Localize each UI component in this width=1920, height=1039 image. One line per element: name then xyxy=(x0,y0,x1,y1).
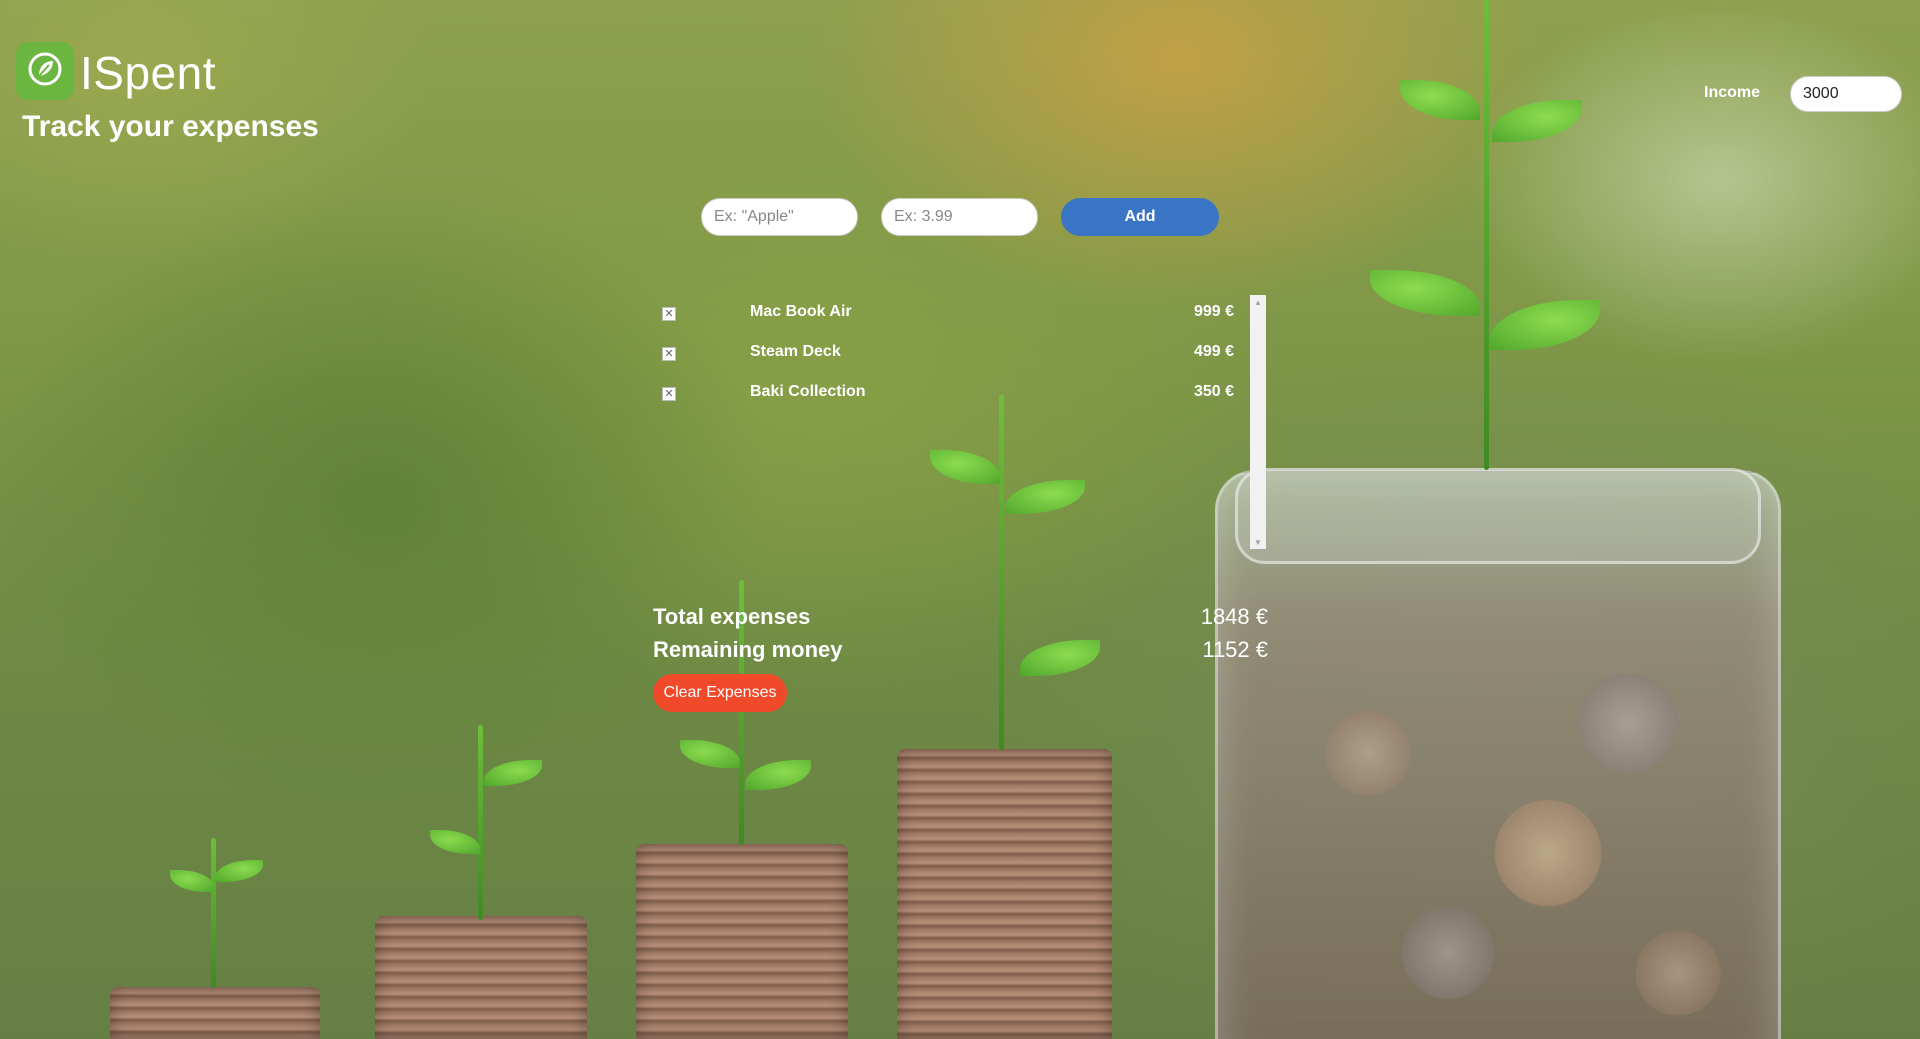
close-icon[interactable]: ✕ xyxy=(662,347,676,361)
expense-name: Steam Deck xyxy=(750,343,841,360)
coin-jar xyxy=(1215,470,1781,1039)
list-item: ✕ Steam Deck 499 € xyxy=(650,335,1242,365)
expense-list-scrollbar[interactable]: ▲ ▼ xyxy=(1250,295,1266,549)
coin-stack-3 xyxy=(636,844,848,1039)
plant-stem-1 xyxy=(211,838,216,988)
app-tagline: Track your expenses xyxy=(22,110,319,143)
clear-expenses-button[interactable]: Clear Expenses xyxy=(653,674,787,712)
income-label: Income xyxy=(1704,84,1761,101)
scroll-up-icon[interactable]: ▲ xyxy=(1250,295,1266,309)
list-item: ✕ Mac Book Air 999 € xyxy=(650,295,1242,325)
total-expenses-label: Total expenses xyxy=(653,604,811,629)
coin-stack-1 xyxy=(110,987,320,1039)
expense-price: 999 € xyxy=(1193,303,1234,320)
plant-leaf xyxy=(1400,80,1480,120)
coin-stack-4 xyxy=(897,749,1112,1039)
plant-leaf xyxy=(1492,100,1582,142)
leaf-coin-icon xyxy=(25,49,65,94)
coin-jar-neck xyxy=(1235,468,1761,564)
plant-leaf xyxy=(170,870,214,892)
list-item: ✕ Baki Collection 350 € xyxy=(650,375,1242,405)
remaining-money-value: 1152 € xyxy=(1202,637,1268,662)
plant-leaf xyxy=(745,760,811,790)
plant-stem-2 xyxy=(478,725,483,920)
plant-leaf xyxy=(484,760,542,786)
plant-leaf xyxy=(1020,640,1100,676)
total-expenses-value: 1848 € xyxy=(1200,604,1268,629)
expense-price-input[interactable] xyxy=(881,198,1038,236)
income-input[interactable] xyxy=(1790,76,1902,112)
expense-name: Baki Collection xyxy=(750,383,866,400)
app-logo xyxy=(16,42,74,100)
app-name: ISpent xyxy=(80,47,216,99)
plant-leaf xyxy=(1370,270,1480,316)
close-icon[interactable]: ✕ xyxy=(662,387,676,401)
plant-leaf xyxy=(1490,300,1600,350)
plant-leaf xyxy=(215,860,263,882)
coin-stack-2 xyxy=(375,916,587,1039)
add-button[interactable]: Add xyxy=(1061,198,1219,236)
plant-stem-5 xyxy=(1484,0,1489,470)
scroll-down-icon[interactable]: ▼ xyxy=(1250,535,1266,549)
expense-price: 350 € xyxy=(1193,383,1234,400)
app-root: ISpent Track your expenses Income Add ✕ … xyxy=(0,0,1920,1039)
remaining-money-label: Remaining money xyxy=(653,637,843,662)
expense-name: Mac Book Air xyxy=(750,303,852,320)
expense-list: ✕ Mac Book Air 999 € ✕ Steam Deck 499 € … xyxy=(650,295,1250,550)
expense-price: 499 € xyxy=(1193,343,1234,360)
close-icon[interactable]: ✕ xyxy=(662,307,676,321)
plant-leaf xyxy=(430,830,480,854)
expense-name-input[interactable] xyxy=(701,198,858,236)
plant-leaf xyxy=(680,740,740,768)
